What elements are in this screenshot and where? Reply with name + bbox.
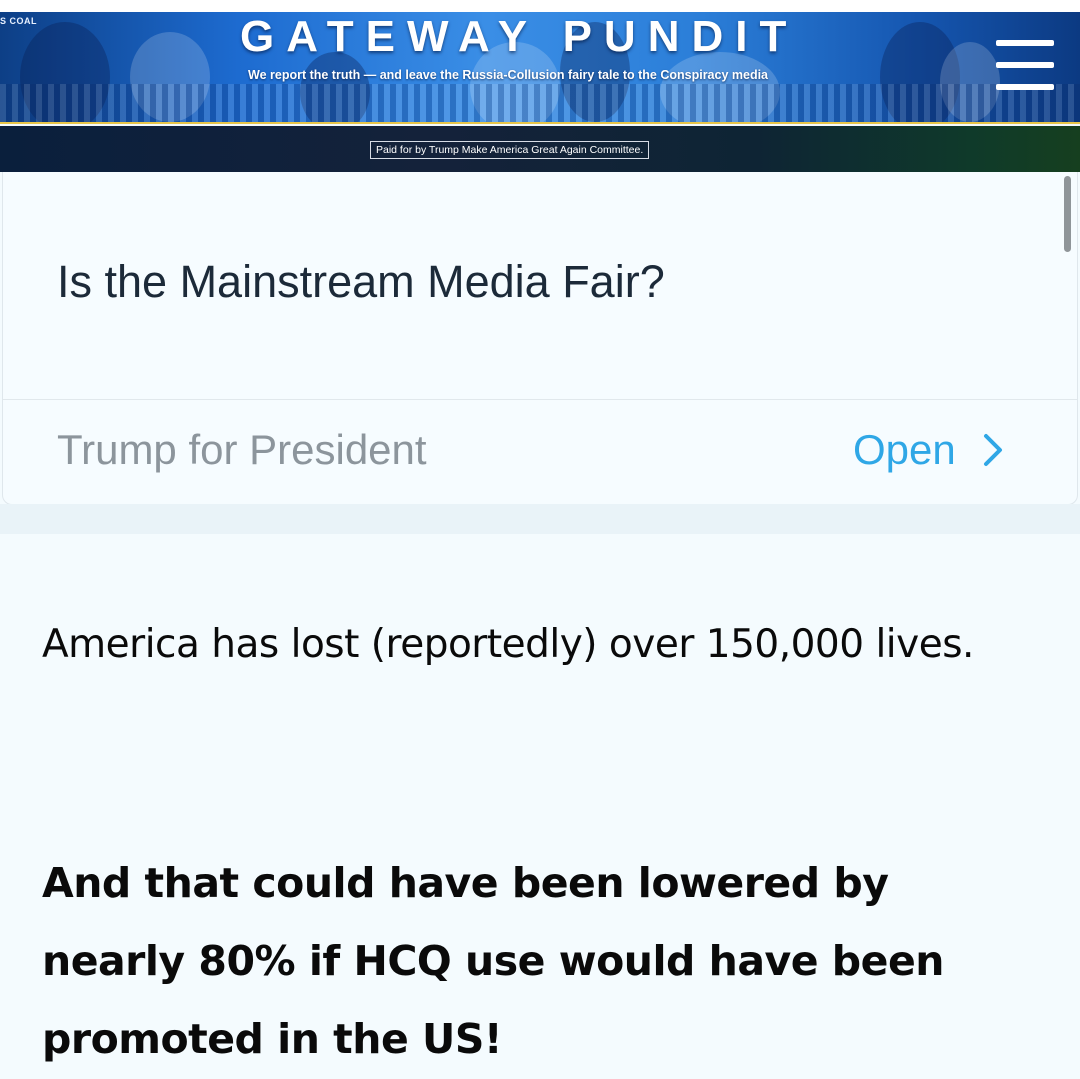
site-tagline: We report the truth — and leave the Russ… — [248, 68, 769, 82]
article-body: America has lost (reportedly) over 150,0… — [0, 534, 1080, 1079]
paid-for-disclaimer: Paid for by Trump Make America Great Aga… — [370, 141, 650, 159]
menu-bar — [996, 62, 1054, 68]
top-strip — [0, 0, 1080, 12]
ad-open-button[interactable]: Open — [853, 426, 1004, 474]
ad-card[interactable]: Is the Mainstream Media Fair? Trump for … — [2, 172, 1078, 505]
ad-divider — [3, 399, 1077, 400]
sponsor-strip: Paid for by Trump Make America Great Aga… — [0, 126, 1080, 172]
scrollbar-thumb[interactable] — [1064, 176, 1071, 252]
header-accent-rule — [0, 122, 1080, 124]
site-header-banner: S COAL GATEWAY PUNDIT We report the trut… — [0, 0, 1080, 124]
ad-headline[interactable]: Is the Mainstream Media Fair? — [57, 256, 665, 308]
site-title[interactable]: GATEWAY PUNDIT — [240, 12, 798, 62]
menu-bar — [996, 40, 1054, 46]
chevron-right-icon — [983, 434, 1002, 466]
ad-advertiser: Trump for President — [57, 426, 427, 473]
ad-open-label: Open — [853, 426, 956, 473]
section-gap — [0, 504, 1080, 534]
menu-bar — [996, 84, 1054, 90]
article-paragraph: America has lost (reportedly) over 150,0… — [42, 622, 974, 667]
corner-tag: S COAL — [0, 16, 38, 26]
article-bold-paragraph: And that could have been lowered by near… — [42, 859, 944, 1063]
hamburger-menu-icon[interactable] — [996, 40, 1054, 94]
